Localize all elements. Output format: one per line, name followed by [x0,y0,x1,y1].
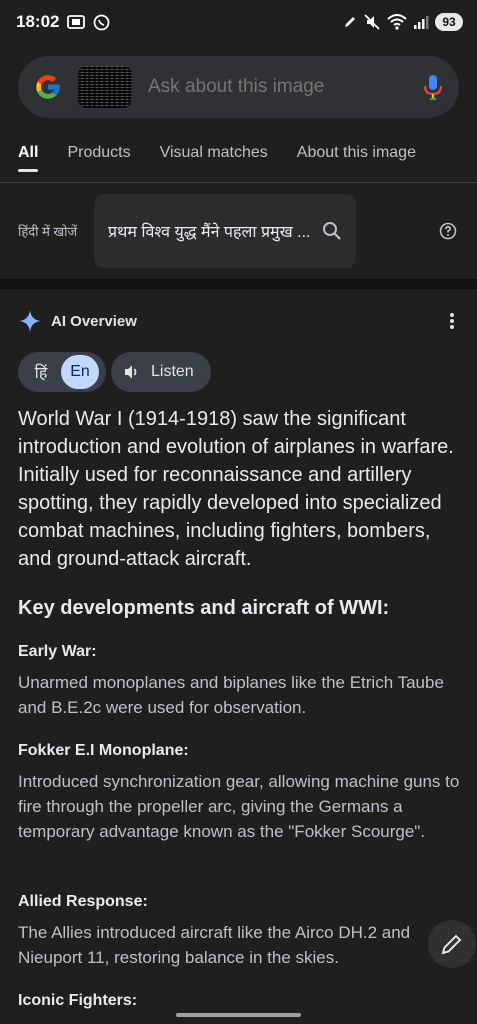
section-title: Fokker E.I Monoplane: [18,742,189,759]
mic-icon[interactable] [421,73,445,101]
listen-label: Listen [151,363,194,380]
lang-option-english[interactable]: En [61,355,99,389]
tab-visual-matches[interactable]: Visual matches [160,134,268,182]
lang-option-hindi[interactable]: हिं [21,361,61,383]
listen-button[interactable]: Listen [111,352,211,392]
section-title: Iconic Fighters: [18,992,138,1009]
ai-overview-title: AI Overview [51,312,137,330]
query-image-thumbnail[interactable] [78,66,132,108]
mute-icon [363,14,381,30]
tab-all[interactable]: All [18,134,39,182]
more-vert-icon[interactable] [449,312,455,330]
section-title: Early War: [18,643,97,660]
key-developments-heading: Key developments and aircraft of WWI: [18,597,390,619]
ai-overview-header: AI Overview [18,306,459,336]
search-bar[interactable] [18,56,459,118]
wifi-icon [387,14,407,30]
section-title: Allied Response: [18,893,148,910]
language-toggle[interactable]: हिं En [18,352,106,392]
tab-about-this-image[interactable]: About this image [297,134,416,182]
search-icon [323,221,341,240]
edit-icon [343,15,357,29]
ai-summary-text: World War I (1914-1918) saw the signific… [18,408,454,570]
hindi-search-row: हिंदी में खोजें प्रथम विश्व युद्ध मैंने … [0,183,477,278]
hindi-query-text: प्रथम विश्व युद्ध मैंने पहला प्रमुख ... [108,223,311,241]
edit-fab[interactable] [428,920,476,968]
home-indicator[interactable] [176,1013,301,1017]
google-logo [36,75,60,99]
status-time: 18:02 [16,12,60,31]
signal-icon [413,15,429,30]
section-body: The Allies introduced aircraft like the … [18,923,411,967]
help-icon[interactable] [439,222,457,240]
section-separator [0,279,477,289]
hindi-search-label: हिंदी में खोजें [18,223,78,239]
volume-icon [125,365,137,379]
section-body: Introduced synchronization gear, allowin… [18,772,460,841]
hindi-search-chip[interactable]: प्रथम विश्व युद्ध मैंने पहला प्रमुख ... [94,193,356,268]
sparkle-icon [19,310,41,332]
battery-level: 93 [435,13,463,31]
tab-products[interactable]: Products [67,134,130,182]
camera-icon [67,14,86,30]
pencil-icon [441,934,462,955]
search-input[interactable] [148,76,421,98]
whatsapp-icon [93,14,110,31]
section-body: Unarmed monoplanes and biplanes like the… [18,673,444,717]
status-bar: 18:02 93 [0,0,477,44]
result-tabs: All Products Visual matches About this i… [0,134,477,182]
